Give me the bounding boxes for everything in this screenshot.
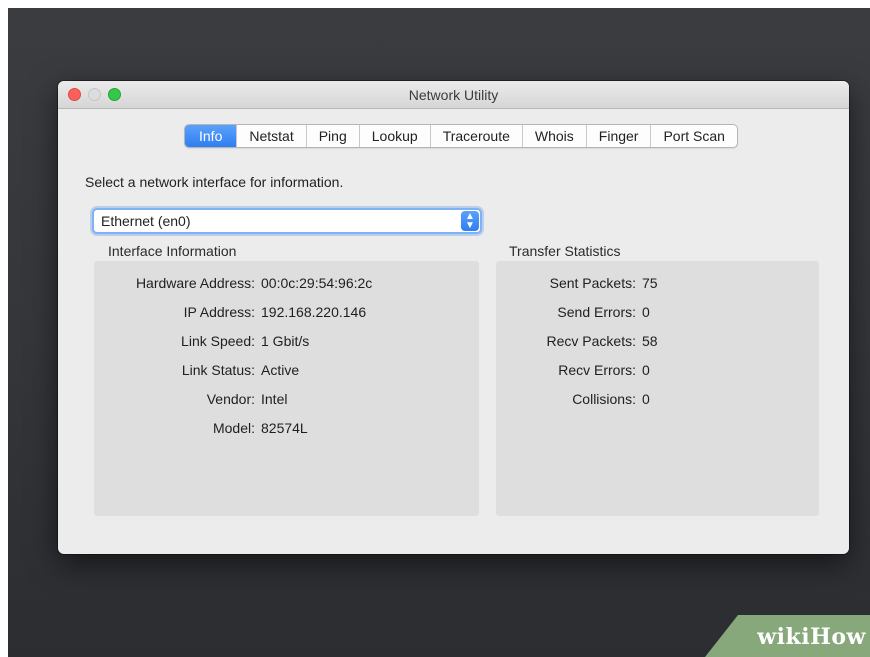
select-stepper-icon[interactable]: ▲ ▼	[461, 211, 479, 231]
info-row-vendor: Vendor: Intel	[94, 391, 288, 407]
interface-select[interactable]: Ethernet (en0) ▲ ▼	[92, 208, 482, 234]
tab-whois[interactable]: Whois	[521, 125, 586, 147]
interface-information-label: Interface Information	[108, 243, 237, 259]
stat-value: 75	[642, 275, 658, 291]
tab-bar: Info Netstat Ping Lookup Traceroute Whoi…	[184, 124, 738, 148]
transfer-statistics-panel: Sent Packets: 75 Send Errors: 0 Recv Packe…	[496, 261, 819, 516]
transfer-statistics-label: Transfer Statistics	[509, 243, 621, 259]
info-key: Model:	[212, 420, 255, 436]
stat-row-collisions: Collisions: 0	[496, 391, 650, 407]
watermark-text-wiki: wiki	[757, 624, 811, 650]
info-value: 82574L	[261, 420, 308, 436]
stat-key: Send Errors:	[557, 304, 636, 320]
window-title: Network Utility	[408, 87, 499, 103]
interface-prompt: Select a network interface for informati…	[85, 174, 344, 190]
tab-traceroute[interactable]: Traceroute	[429, 125, 522, 147]
stat-row-recv-errors: Recv Errors: 0	[496, 362, 650, 378]
info-key: Link Status:	[181, 362, 255, 378]
stat-value: 0	[642, 391, 650, 407]
stat-value: 0	[642, 362, 650, 378]
interface-select-value: Ethernet (en0)	[101, 213, 191, 229]
info-row-hardware-address: Hardware Address: 00:0c:29:54:96:2c	[94, 275, 372, 291]
stat-key: Sent Packets:	[549, 275, 636, 291]
stat-value: 0	[642, 304, 650, 320]
info-key: Hardware Address:	[135, 275, 255, 291]
tab-netstat[interactable]: Netstat	[236, 125, 305, 147]
tab-finger[interactable]: Finger	[585, 125, 651, 147]
info-row-model: Model: 82574L	[94, 420, 308, 436]
tab-ping[interactable]: Ping	[305, 125, 359, 147]
watermark-logo: wikiHow	[757, 624, 866, 650]
info-key: IP Address:	[183, 304, 255, 320]
stat-key: Recv Packets:	[546, 333, 636, 349]
desktop-background: Network Utility Info Netstat Ping Lookup…	[8, 8, 870, 657]
title-bar[interactable]: Network Utility	[58, 81, 849, 109]
interface-information-panel: Hardware Address: 00:0c:29:54:96:2c IP Ad…	[94, 261, 479, 516]
stat-row-send-errors: Send Errors: 0	[496, 304, 650, 320]
watermark-text-how: How	[810, 624, 866, 650]
wikihow-watermark: wikiHow	[705, 615, 870, 657]
info-value: 1 Gbit/s	[261, 333, 310, 349]
info-row-ip-address: IP Address: 192.168.220.146	[94, 304, 366, 320]
info-key: Vendor:	[206, 391, 255, 407]
stat-value: 58	[642, 333, 658, 349]
info-value: 192.168.220.146	[261, 304, 367, 320]
tab-lookup[interactable]: Lookup	[358, 125, 430, 147]
info-value: Intel	[261, 391, 288, 407]
network-utility-window: Network Utility Info Netstat Ping Lookup…	[58, 81, 849, 554]
info-row-link-status: Link Status: Active	[94, 362, 299, 378]
tab-info[interactable]: Info	[185, 125, 237, 147]
info-value: Active	[261, 362, 300, 378]
info-value: 00:0c:29:54:96:2c	[261, 275, 373, 291]
info-key: Link Speed:	[181, 333, 255, 349]
stat-key: Recv Errors:	[558, 362, 636, 378]
stat-key: Collisions:	[572, 391, 636, 407]
tab-port-scan[interactable]: Port Scan	[650, 125, 736, 147]
stat-row-sent-packets: Sent Packets: 75	[496, 275, 658, 291]
stat-row-recv-packets: Recv Packets: 58	[496, 333, 658, 349]
info-row-link-speed: Link Speed: 1 Gbit/s	[94, 333, 309, 349]
